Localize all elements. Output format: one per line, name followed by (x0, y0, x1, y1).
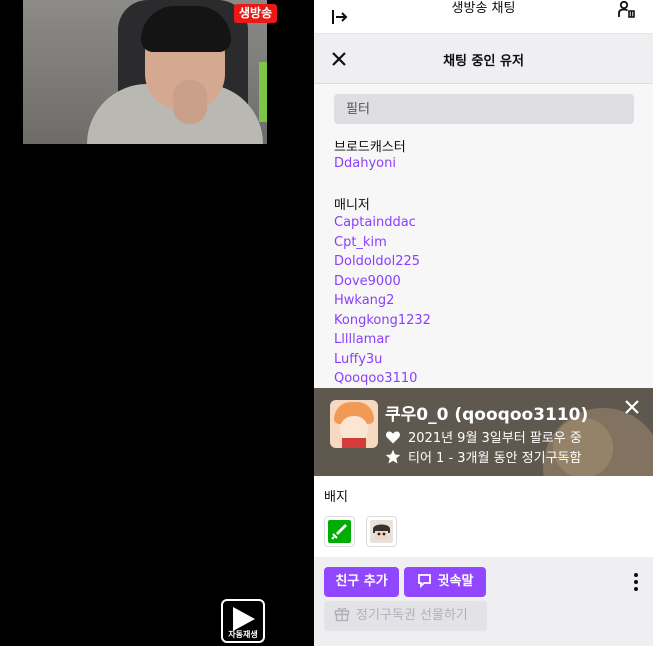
filter-input[interactable] (334, 94, 634, 124)
manager-user[interactable]: Cpt_kim (334, 235, 387, 250)
manager-section-label: 매니저 (334, 198, 370, 213)
users-panel-title: 채팅 중인 유저 (443, 54, 524, 69)
avatar[interactable] (330, 400, 378, 448)
moderator-badge[interactable] (324, 516, 355, 547)
manager-user[interactable]: Dove9000 (334, 274, 401, 289)
follow-info: 2021년 9월 3일부터 팔로우 중 (385, 427, 582, 446)
manager-user[interactable]: Qooqoo3110 (334, 371, 417, 386)
add-friend-button[interactable]: 친구 추가 (324, 567, 399, 597)
video-streamer-hand (173, 80, 207, 124)
manager-user[interactable]: Hwkang2 (334, 293, 394, 308)
community-users-icon[interactable] (617, 0, 637, 20)
video-player[interactable] (23, 0, 267, 144)
broadcaster-section-label: 브로드캐스터 (334, 140, 406, 155)
close-card-icon[interactable] (625, 400, 639, 414)
whisper-button[interactable]: 귓속말 (404, 567, 486, 597)
star-icon (385, 449, 401, 464)
manager-user[interactable]: Lllllamar (334, 332, 390, 347)
viewer-card-actions: 친구 추가 귓속말 정기구독권 선물하기 (314, 557, 653, 646)
whisper-icon (417, 574, 431, 588)
subscriber-badge-icon (370, 520, 393, 543)
autoplay-button[interactable]: 자동재생 (221, 599, 265, 643)
video-streamer-hair (141, 6, 231, 52)
subscriber-badge[interactable] (366, 516, 397, 547)
manager-user[interactable]: Doldoldol225 (334, 254, 420, 269)
chat-header: 생방송 채팅 (314, 0, 653, 34)
viewer-card: 쿠우0_0 (qooqoo3110) 2021년 9월 3일부터 팔로우 중 티… (314, 388, 653, 646)
autoplay-label: 자동재생 (228, 630, 258, 639)
viewer-display-name[interactable]: 쿠우0_0 (qooqoo3110) (385, 400, 588, 425)
chat-title: 생방송 채팅 (451, 1, 516, 16)
manager-user[interactable]: Kongkong1232 (334, 313, 431, 328)
badges-label: 배지 (324, 490, 348, 505)
app-root: 생방송 자동재생 생방송 채팅 채팅 중인 유저 브로드캐스터 (0, 0, 653, 646)
broadcaster-user[interactable]: Ddahyoni (334, 156, 396, 171)
subscription-info: 티어 1 - 3개월 동안 정기구독함 (385, 447, 581, 466)
viewer-card-header: 쿠우0_0 (qooqoo3110) 2021년 9월 3일부터 팔로우 중 티… (314, 388, 653, 476)
gift-subscription-button[interactable]: 정기구독권 선물하기 (324, 601, 487, 631)
subscription-text: 티어 1 - 3개월 동안 정기구독함 (408, 451, 582, 466)
badges-section: 배지 (314, 476, 653, 557)
follow-text: 2021년 9월 3일부터 팔로우 중 (408, 431, 582, 446)
video-background-plant (259, 62, 267, 122)
more-options-icon[interactable] (633, 572, 639, 592)
users-panel-header: 채팅 중인 유저 (314, 34, 653, 84)
live-badge: 생방송 (234, 4, 278, 23)
chat-panel: 생방송 채팅 채팅 중인 유저 브로드캐스터 Ddahyoni 매니저 Capt… (314, 0, 653, 646)
heart-icon (386, 431, 400, 444)
gift-subscription-label: 정기구독권 선물하기 (356, 608, 468, 623)
sword-icon (328, 520, 351, 543)
gift-icon (334, 607, 350, 622)
manager-user[interactable]: Luffy3u (334, 352, 382, 367)
play-icon (233, 607, 255, 631)
manager-user[interactable]: Captainddac (334, 215, 416, 230)
whisper-label: 귓속말 (437, 574, 474, 589)
